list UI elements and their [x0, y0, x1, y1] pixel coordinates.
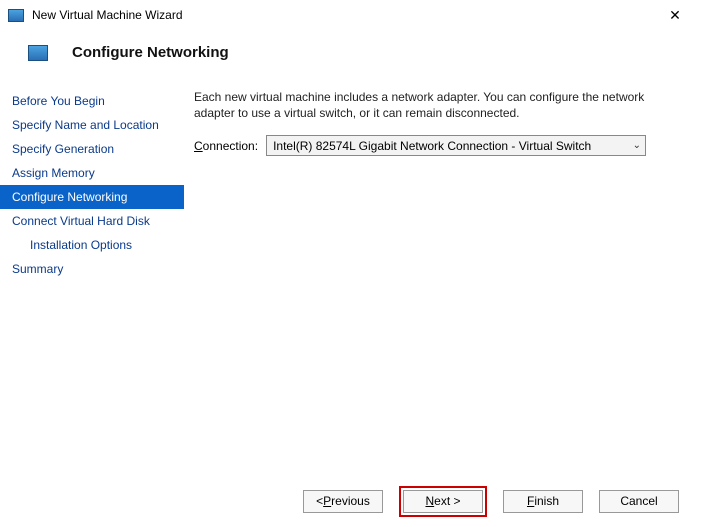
close-button[interactable]: ✕ [657, 1, 693, 29]
chevron-down-icon: ⌄ [633, 140, 641, 151]
nav-item-specify-name-and-location[interactable]: Specify Name and Location [0, 113, 184, 137]
finish-button[interactable]: Finish [503, 490, 583, 513]
titlebar: New Virtual Machine Wizard ✕ [0, 0, 701, 30]
wizard-icon [28, 45, 48, 61]
nav-item-configure-networking[interactable]: Configure Networking [0, 185, 184, 209]
cancel-button[interactable]: Cancel [599, 490, 679, 513]
nav-item-specify-generation[interactable]: Specify Generation [0, 137, 184, 161]
next-button-highlight: Next > [399, 486, 487, 517]
main-panel: Each new virtual machine includes a netw… [184, 83, 701, 474]
nav-item-before-you-begin[interactable]: Before You Begin [0, 89, 184, 113]
connection-value: Intel(R) 82574L Gigabit Network Connecti… [273, 139, 591, 153]
connection-select[interactable]: Intel(R) 82574L Gigabit Network Connecti… [266, 135, 646, 156]
wizard-footer: < Previous Next > Finish Cancel [0, 475, 701, 527]
nav-item-connect-virtual-hard-disk[interactable]: Connect Virtual Hard Disk [0, 209, 184, 233]
content-area: Before You BeginSpecify Name and Locatio… [0, 83, 701, 474]
wizard-header: Configure Networking [0, 30, 701, 83]
description-text: Each new virtual machine includes a netw… [194, 89, 679, 121]
nav-item-summary[interactable]: Summary [0, 257, 184, 281]
app-icon [8, 9, 24, 22]
next-button[interactable]: Next > [403, 490, 483, 513]
window-title: New Virtual Machine Wizard [32, 8, 657, 22]
connection-label: Connection: [194, 139, 258, 153]
page-title: Configure Networking [72, 44, 229, 61]
nav-item-assign-memory[interactable]: Assign Memory [0, 161, 184, 185]
wizard-nav: Before You BeginSpecify Name and Locatio… [0, 83, 184, 474]
nav-item-installation-options[interactable]: Installation Options [0, 233, 184, 257]
connection-row: Connection: Intel(R) 82574L Gigabit Netw… [194, 135, 679, 156]
previous-button[interactable]: < Previous [303, 490, 383, 513]
close-icon: ✕ [669, 7, 681, 24]
